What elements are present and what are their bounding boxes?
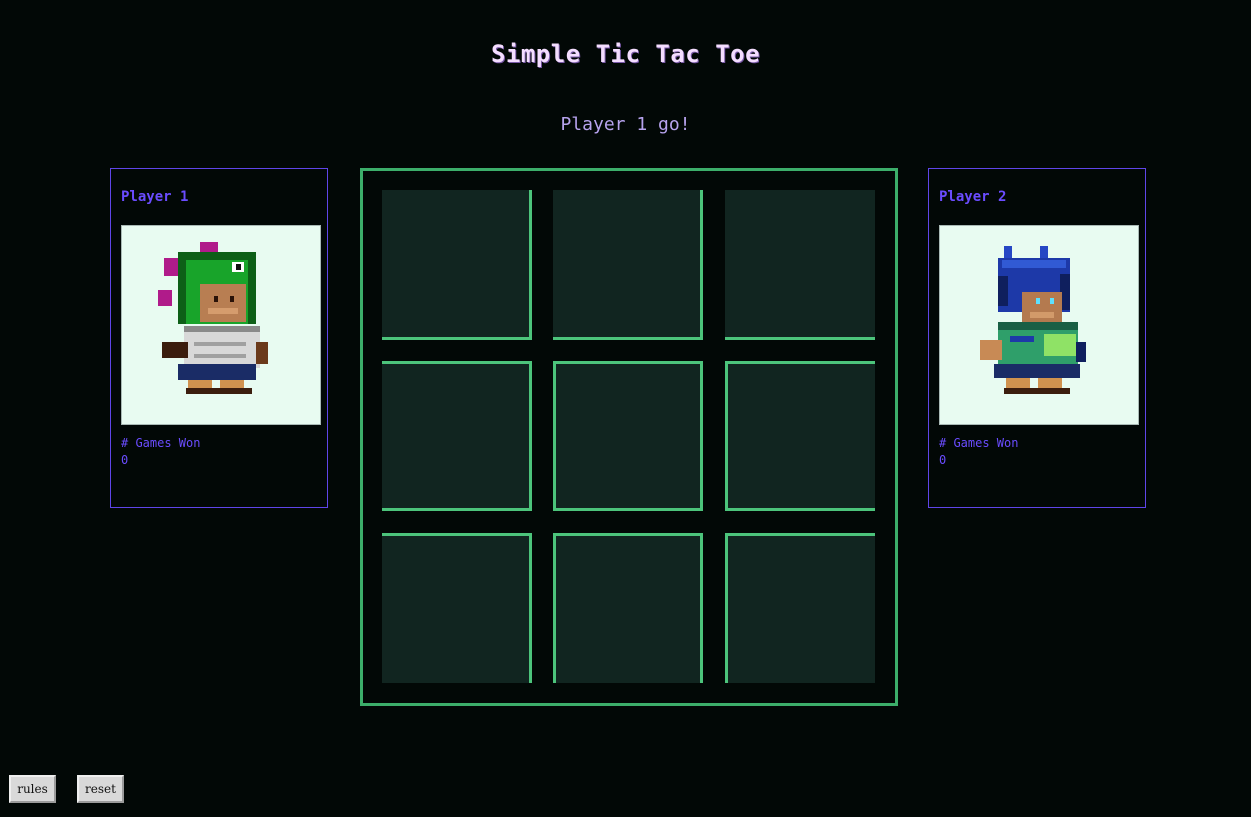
board-cell-7[interactable] xyxy=(382,533,532,683)
board-cell-6[interactable] xyxy=(725,361,875,511)
player-1-wins-count: 0 xyxy=(121,453,129,467)
board-cell-1[interactable] xyxy=(382,190,532,340)
player-2-card: Player 2 # Games Won 0 xyxy=(928,168,1146,508)
player-1-name: Player 1 xyxy=(121,189,189,205)
rules-button[interactable]: rules xyxy=(9,775,56,803)
player-2-portrait xyxy=(939,225,1139,425)
blue-hooded-character-icon xyxy=(980,246,1086,394)
board-cell-8[interactable] xyxy=(553,533,703,683)
player-1-wins-label: # Games Won xyxy=(121,436,201,450)
reset-button[interactable]: reset xyxy=(77,775,124,803)
page-title: Simple Tic Tac Toe xyxy=(490,40,761,68)
player-2-name: Player 2 xyxy=(939,189,1007,205)
player-2-wins-label: # Games Won xyxy=(939,436,1019,450)
player-1-portrait xyxy=(121,225,321,425)
board-cell-2[interactable] xyxy=(553,190,703,340)
green-dino-hood-character-icon xyxy=(158,242,268,394)
player-2-wins-count: 0 xyxy=(939,453,947,467)
board-cell-5[interactable] xyxy=(553,361,703,511)
board-cell-3[interactable] xyxy=(725,190,875,340)
game-board xyxy=(360,168,898,706)
player-1-card: Player 1 # Games Won 0 xyxy=(110,168,328,508)
board-cell-9[interactable] xyxy=(725,533,875,683)
turn-status: Player 1 go! xyxy=(560,114,691,135)
board-cell-4[interactable] xyxy=(382,361,532,511)
